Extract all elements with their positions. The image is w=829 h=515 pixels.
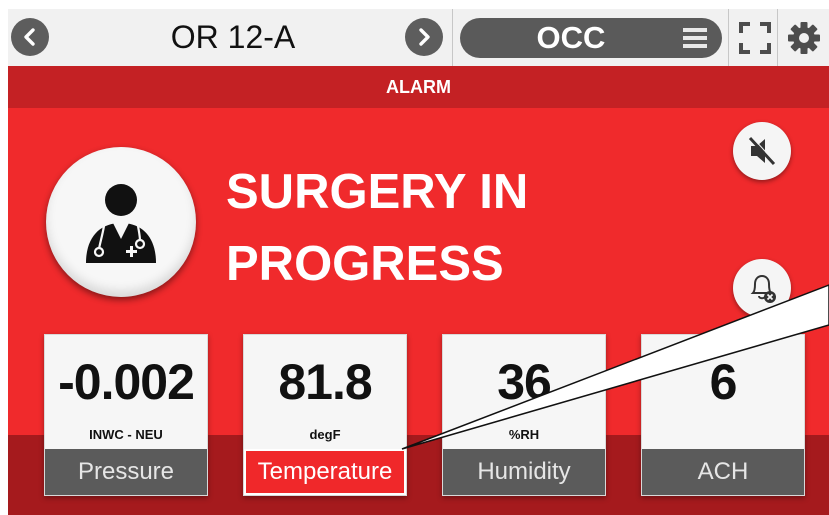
doctor-icon <box>86 184 156 263</box>
tile-unit: %RH <box>508 427 540 442</box>
tile-label: Humidity <box>443 449 605 495</box>
temperature-tile[interactable]: 81.8 degF Temperature <box>243 334 407 496</box>
alarm-status-message: SURGERY IN PROGRESS <box>226 156 646 300</box>
tile-value: 6 <box>709 354 738 410</box>
mute-alarm-button[interactable] <box>733 122 791 180</box>
humidity-tile[interactable]: 36 %RH Humidity <box>442 334 606 496</box>
tile-value: 81.8 <box>278 354 372 410</box>
menu-icon <box>683 28 707 48</box>
pressure-tile[interactable]: -0.002 INWC - NEU Pressure <box>44 334 208 496</box>
ach-tile[interactable]: 6 ACH <box>641 334 805 496</box>
clear-alarm-button[interactable] <box>733 259 791 317</box>
chevron-left-icon <box>24 28 35 46</box>
previous-room-button[interactable] <box>11 18 49 56</box>
alarm-banner: ALARM <box>8 66 829 108</box>
fullscreen-icon[interactable] <box>739 22 771 54</box>
gear-icon[interactable] <box>787 21 821 55</box>
occupancy-mode-label: OCC <box>536 20 606 55</box>
status-icon-circle <box>46 147 196 297</box>
chevron-right-icon <box>419 28 430 46</box>
tile-label: Pressure <box>45 449 207 495</box>
tile-unit: INWC - NEU <box>89 427 163 442</box>
alarm-status-line: SURGERY IN <box>226 165 529 219</box>
next-room-button[interactable] <box>405 18 443 56</box>
divider <box>777 9 778 66</box>
tile-value: -0.002 <box>58 354 195 410</box>
tile-label-alarm: Temperature <box>244 449 406 495</box>
divider <box>728 9 729 66</box>
screen: OR 12-A OCC ALARM SURGERY IN PROGRESS -0… <box>8 9 829 515</box>
room-title: OR 12-A <box>170 19 296 55</box>
bell-clear-icon <box>750 274 776 303</box>
tile-unit: degF <box>309 427 341 442</box>
tile-label: ACH <box>642 449 804 495</box>
alarm-status-line: PROGRESS <box>226 237 504 291</box>
top-bar: OR 12-A OCC <box>8 9 829 67</box>
occupancy-mode-selector[interactable]: OCC <box>460 18 722 58</box>
mute-icon <box>748 136 777 166</box>
tile-value: 36 <box>497 354 552 410</box>
divider <box>452 9 453 66</box>
